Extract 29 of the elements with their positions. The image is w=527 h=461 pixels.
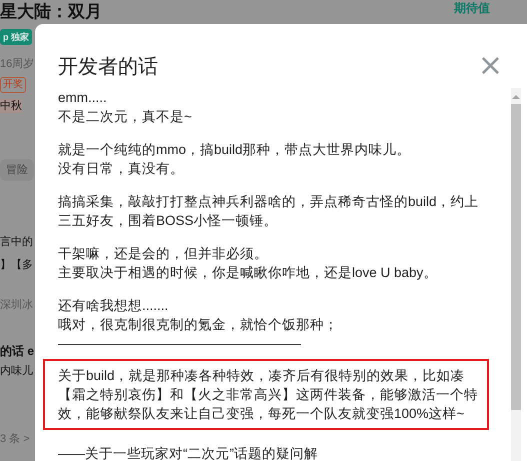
- page-text: 内味儿: [0, 364, 33, 378]
- scroll-up-icon[interactable]: [511, 92, 521, 102]
- text-line: 主要取决于相遇的时候，你是喊瞅你咋地，还是love U baby。: [58, 264, 438, 282]
- text-line: ——关于一些玩家对“二次元”话题的疑问解: [58, 445, 319, 461]
- text-line: 还有啥我想想.......: [58, 297, 170, 315]
- text-line: 搞搞采集，敲敲打打整点神兵利器啥的，弄点稀奇古怪的build，约上三五好友，围着BOSS小怪一顿锤。: [58, 193, 480, 230]
- page-text: 】【多: [0, 258, 33, 272]
- dialog-title: 开发者的话: [58, 54, 158, 80]
- text-line: 不是二次元，真不是~: [58, 108, 193, 126]
- page-text: 的话 e: [0, 344, 34, 358]
- page-text: 3 条 >: [0, 432, 30, 446]
- text-line: 哦对，很克制很克制的氪金，就恰个饭那种；: [58, 316, 339, 334]
- page-text: 言中的: [0, 235, 33, 249]
- page-text: 深圳冰: [0, 298, 33, 312]
- tag: p 独家: [0, 29, 32, 45]
- game-title: 星大陆：双月: [0, 1, 102, 23]
- page-text: 16周岁: [0, 57, 34, 71]
- close-button[interactable]: ×: [476, 53, 505, 79]
- score-label: 期待值: [454, 0, 490, 16]
- text-line: emm.....: [58, 89, 108, 107]
- text-line: 没有日常，真没有。: [58, 160, 185, 178]
- scrollbar[interactable]: [511, 88, 521, 461]
- page-text: 中秋: [0, 99, 22, 113]
- text-line: 就是一个纯纯的mmo，搞build那种，带点大世界内味儿。: [58, 141, 412, 159]
- tag: 冒险: [0, 159, 34, 181]
- paragraph: 关于build，就是那种凑各种特效，凑齐后有很特别的效果，比如凑【霜之特别哀伤】和【火之非常高兴】这两件装备，能够激活一个特效，能够献祭队友来让自己变强，每死一个队友就变强100%这样~: [58, 367, 479, 423]
- text-line: ——————————————————: [58, 335, 302, 353]
- tag: 开奖: [0, 77, 26, 93]
- text-line: 干架嘛，还是会的，但并非必须。: [58, 245, 269, 263]
